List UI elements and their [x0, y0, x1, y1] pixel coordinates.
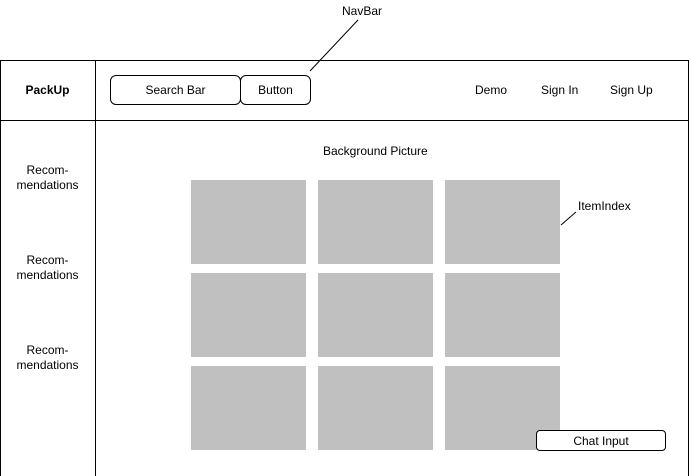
recommendation-line-2: mendations [16, 178, 79, 192]
sidebar-divider [95, 60, 96, 476]
background-picture-label: Background Picture [323, 144, 428, 158]
recommendation-line-1: Recom- [26, 343, 69, 357]
nav-link-sign-up[interactable]: Sign Up [610, 83, 653, 97]
item-tile[interactable] [191, 180, 306, 264]
header-button[interactable]: Button [240, 75, 311, 105]
nav-link-sign-in[interactable]: Sign In [541, 83, 578, 97]
recommendation-line-2: mendations [16, 358, 79, 372]
item-tile[interactable] [445, 180, 560, 264]
item-tile[interactable] [445, 273, 560, 357]
search-bar[interactable]: Search Bar [110, 75, 241, 105]
item-tile[interactable] [318, 366, 433, 450]
item-tile[interactable] [318, 180, 433, 264]
item-tile[interactable] [191, 366, 306, 450]
nav-link-demo[interactable]: Demo [475, 83, 507, 97]
recommendation-line-1: Recom- [26, 253, 69, 267]
header-divider [0, 120, 689, 121]
sidebar-recommendation[interactable]: Recom- mendations [0, 163, 95, 193]
item-tile[interactable] [191, 273, 306, 357]
recommendation-line-1: Recom- [26, 163, 69, 177]
sidebar-recommendation[interactable]: Recom- mendations [0, 253, 95, 283]
sidebar-recommendation[interactable]: Recom- mendations [0, 343, 95, 373]
chat-input[interactable]: Chat Input [536, 430, 666, 451]
recommendation-line-2: mendations [16, 268, 79, 282]
item-index-annotation: ItemIndex [578, 199, 631, 213]
item-tile[interactable] [318, 273, 433, 357]
app-logo: PackUp [25, 83, 70, 97]
